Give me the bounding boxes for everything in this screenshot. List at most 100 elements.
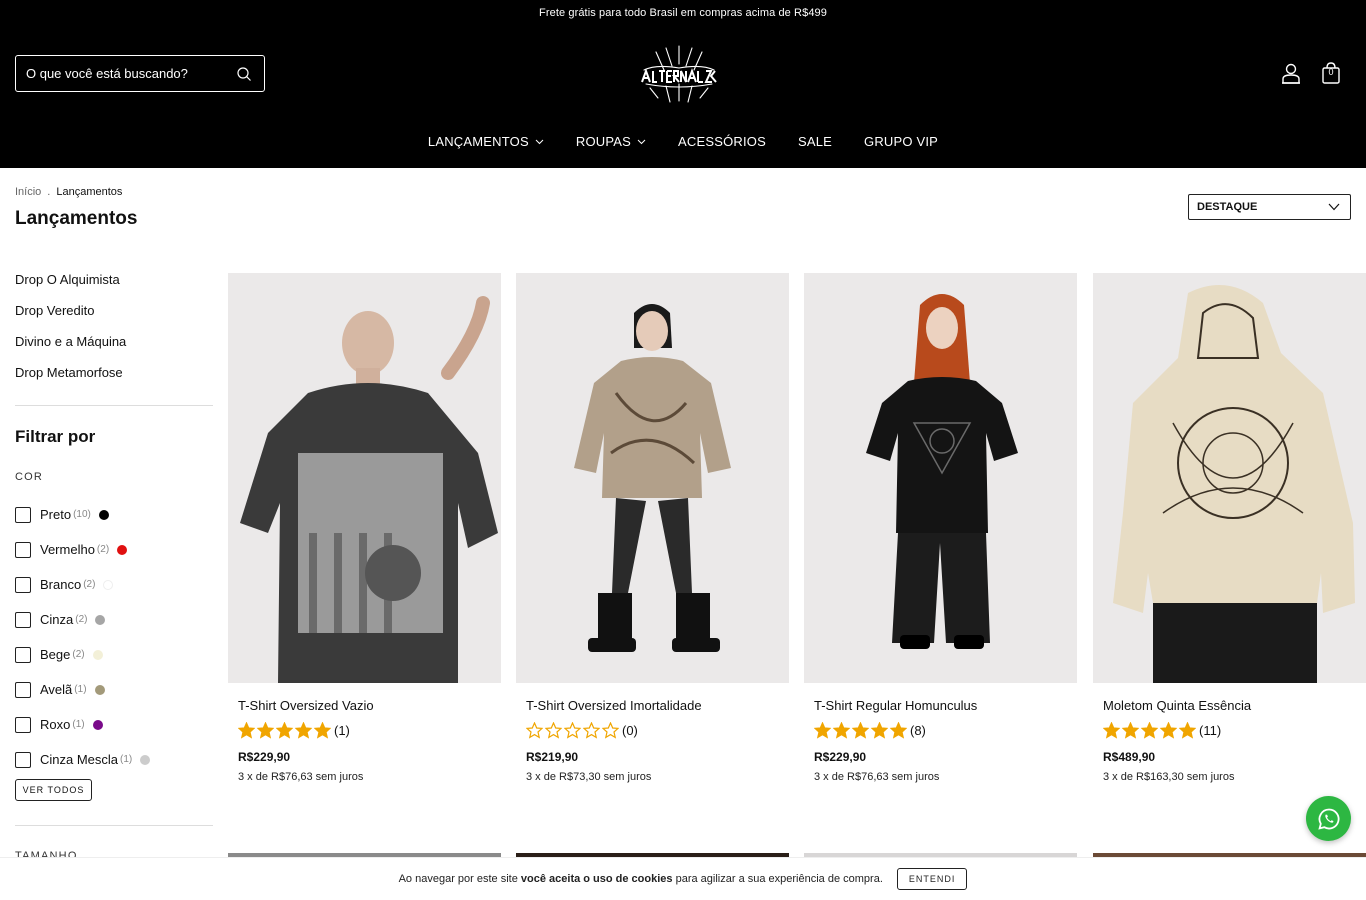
star-empty-icon [564,722,581,739]
checkbox[interactable] [15,506,31,523]
color-filter-option[interactable]: Branco (2) [15,567,150,602]
product-installments: 3 x de R$73,30 sem juros [526,771,652,783]
product-image[interactable] [1093,273,1366,683]
color-filter-option[interactable]: Bege (2) [15,637,150,672]
cookie-accept-button[interactable]: ENTENDI [896,868,968,890]
rating-stars [1103,722,1196,739]
nav-label: ROUPAS [575,134,631,149]
cookie-banner: Ao navegar por este site você aceita o u… [0,857,1366,900]
product-card[interactable]: T-Shirt Oversized Imortalidade (0) R$219… [516,273,789,783]
product-card[interactable]: T-Shirt Oversized Vazio (1) R$229,90 3 x… [228,273,501,783]
sort-selected-value: DESTAQUE [1197,201,1258,213]
product-price: R$229,90 [238,750,291,764]
search-icon[interactable] [236,66,252,82]
checkbox[interactable] [15,751,31,768]
star-filled-icon [833,722,850,739]
product-photo-tshirt-vazio [228,273,501,683]
nav-lancamentos[interactable]: LANÇAMENTOS [428,134,544,149]
color-name: Vermelho [40,542,95,557]
search-input[interactable] [26,66,226,81]
nav-label: GRUPO VIP [864,134,939,149]
drop-link-veredito[interactable]: Drop Veredito [15,303,126,334]
color-count: (2) [72,649,85,660]
breadcrumb-separator: . [47,186,51,198]
product-rating: (1) [238,722,350,739]
nav-acessorios[interactable]: ACESSÓRIOS [678,134,766,149]
product-photo-tshirt-imortalidade [516,273,789,683]
star-empty-icon [602,722,619,739]
star-empty-icon [526,722,543,739]
color-filter-option[interactable]: Cinza Mescla (1) [15,742,151,777]
color-filter-option[interactable]: Avelã (1) [15,672,150,707]
site-header: Frete grátis para todo Brasil em compras… [0,0,1366,168]
product-name[interactable]: Moletom Quinta Essência [1103,698,1251,713]
checkbox[interactable] [15,611,31,628]
color-filter-option[interactable]: Vermelho (2) [15,532,150,567]
color-count: (1) [74,684,87,695]
star-filled-icon [257,722,274,739]
product-installments: 3 x de R$76,63 sem juros [238,771,364,783]
color-name: Cinza [40,612,74,627]
color-count: (2) [83,579,96,590]
account-icon[interactable] [1280,62,1302,84]
chevron-down-icon [637,139,646,144]
product-image[interactable] [228,273,501,683]
drop-link-metamorfose[interactable]: Drop Metamorfose [15,365,126,396]
product-name[interactable]: T-Shirt Oversized Imortalidade [526,698,702,713]
star-filled-icon [1160,722,1177,739]
product-name[interactable]: T-Shirt Regular Homunculus [814,698,977,713]
star-filled-icon [1179,722,1196,739]
sidebar-divider [15,825,213,826]
nav-grupo-vip[interactable]: GRUPO VIP [864,134,938,149]
brand-logo[interactable] [636,44,722,104]
checkbox[interactable] [15,681,31,698]
chevron-down-icon [535,139,544,144]
nav-roupas[interactable]: ROUPAS [576,134,646,149]
page-title: Lançamentos [15,208,138,229]
review-count: (1) [334,723,350,738]
checkbox[interactable] [15,541,31,558]
checkbox[interactable] [15,576,31,593]
checkbox[interactable] [15,646,31,663]
product-price: R$219,90 [526,750,579,764]
cookie-text-start: Ao navegar por este site [398,873,518,885]
color-filter-option[interactable]: Roxo (1) [15,707,150,742]
whatsapp-button[interactable] [1306,796,1351,841]
review-count: (11) [1199,723,1222,738]
product-image[interactable] [804,273,1077,683]
product-name[interactable]: T-Shirt Oversized Vazio [238,698,374,713]
product-price: R$489,90 [1103,750,1156,764]
drop-link-divino-maquina[interactable]: Divino e a Máquina [15,334,126,365]
review-count: (8) [910,723,926,738]
sort-select[interactable]: DESTAQUE [1188,194,1351,220]
star-empty-icon [545,722,562,739]
main-navigation: LANÇAMENTOS ROUPAS ACESSÓRIOS SALE GRUPO… [0,134,1366,149]
drop-list: Drop O Alquimista Drop Veredito Divino e… [15,272,126,396]
search-box[interactable] [15,55,265,92]
color-swatch [92,719,103,730]
nav-sale[interactable]: SALE [798,134,832,149]
product-image[interactable] [516,273,789,683]
color-filter-option[interactable]: Preto (10) [15,497,150,532]
color-swatch [92,649,103,660]
product-price: R$229,90 [814,750,867,764]
product-card[interactable]: T-Shirt Regular Homunculus (8) R$229,90 … [804,273,1077,783]
checkbox[interactable] [15,716,31,733]
color-name: Branco [40,577,82,592]
star-filled-icon [276,722,293,739]
nav-label: LANÇAMENTOS [427,134,529,149]
nav-label: SALE [797,134,833,149]
product-card[interactable]: Moletom Quinta Essência (11) R$489,90 3 … [1093,273,1366,783]
filter-title: Filtrar por [15,427,96,446]
breadcrumb-home[interactable]: Início [15,186,41,198]
color-count: (1) [72,719,85,730]
color-name: Cinza Mescla [40,752,119,767]
see-all-colors-button[interactable]: VER TODOS [15,779,92,801]
color-swatch [103,579,114,590]
cookie-message: Ao navegar por este site você aceita o u… [399,873,883,885]
product-installments: 3 x de R$76,63 sem juros [814,771,940,783]
star-filled-icon [1103,722,1120,739]
color-filter-option[interactable]: Cinza (2) [15,602,150,637]
drop-link-o-alquimista[interactable]: Drop O Alquimista [15,272,126,303]
color-count: (1) [120,754,133,765]
